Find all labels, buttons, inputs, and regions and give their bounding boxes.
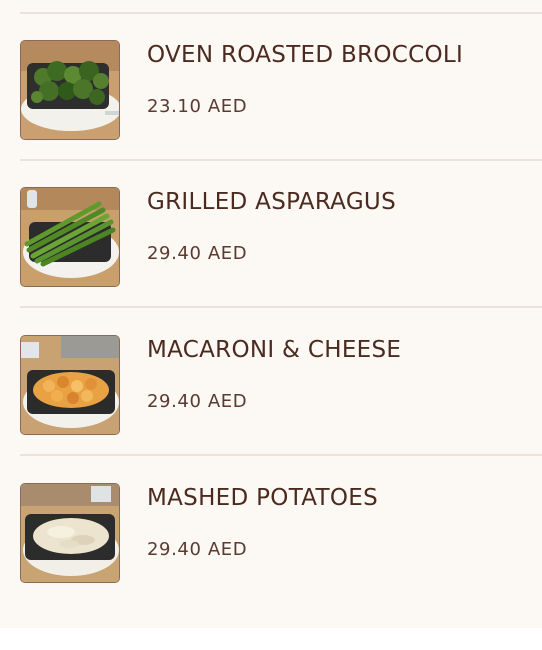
mac-cheese-dish-icon [20, 335, 120, 435]
asparagus-dish-icon [20, 187, 120, 287]
menu-item-name: MACARONI & CHEESE [147, 337, 402, 363]
menu-item-price: 29.40 AED [147, 391, 248, 412]
menu-item-price: 29.40 AED [147, 539, 248, 560]
menu-item-name: OVEN ROASTED BROCCOLI [147, 42, 464, 68]
menu-item-grilled-asparagus[interactable]: GRILLED ASPARAGUS 29.40 AED [20, 187, 542, 287]
menu-item-price: 23.10 AED [147, 96, 248, 117]
menu-item-name: GRILLED ASPARAGUS [147, 189, 396, 215]
menu-list: OVEN ROASTED BROCCOLI 23.10 AED GRILLED … [0, 0, 542, 628]
menu-item-mashed-potatoes[interactable]: MASHED POTATOES 29.40 AED [20, 483, 542, 583]
menu-item-macaroni-cheese[interactable]: MACARONI & CHEESE 29.40 AED [20, 335, 542, 435]
divider [20, 12, 542, 14]
mashed-potatoes-dish-icon [20, 483, 120, 583]
divider [20, 454, 542, 456]
menu-item-price: 29.40 AED [147, 243, 248, 264]
menu-item-name: MASHED POTATOES [147, 485, 378, 511]
divider [20, 306, 542, 308]
divider [20, 159, 542, 161]
menu-item-oven-roasted-broccoli[interactable]: OVEN ROASTED BROCCOLI 23.10 AED [20, 40, 542, 140]
broccoli-dish-icon [20, 40, 120, 140]
